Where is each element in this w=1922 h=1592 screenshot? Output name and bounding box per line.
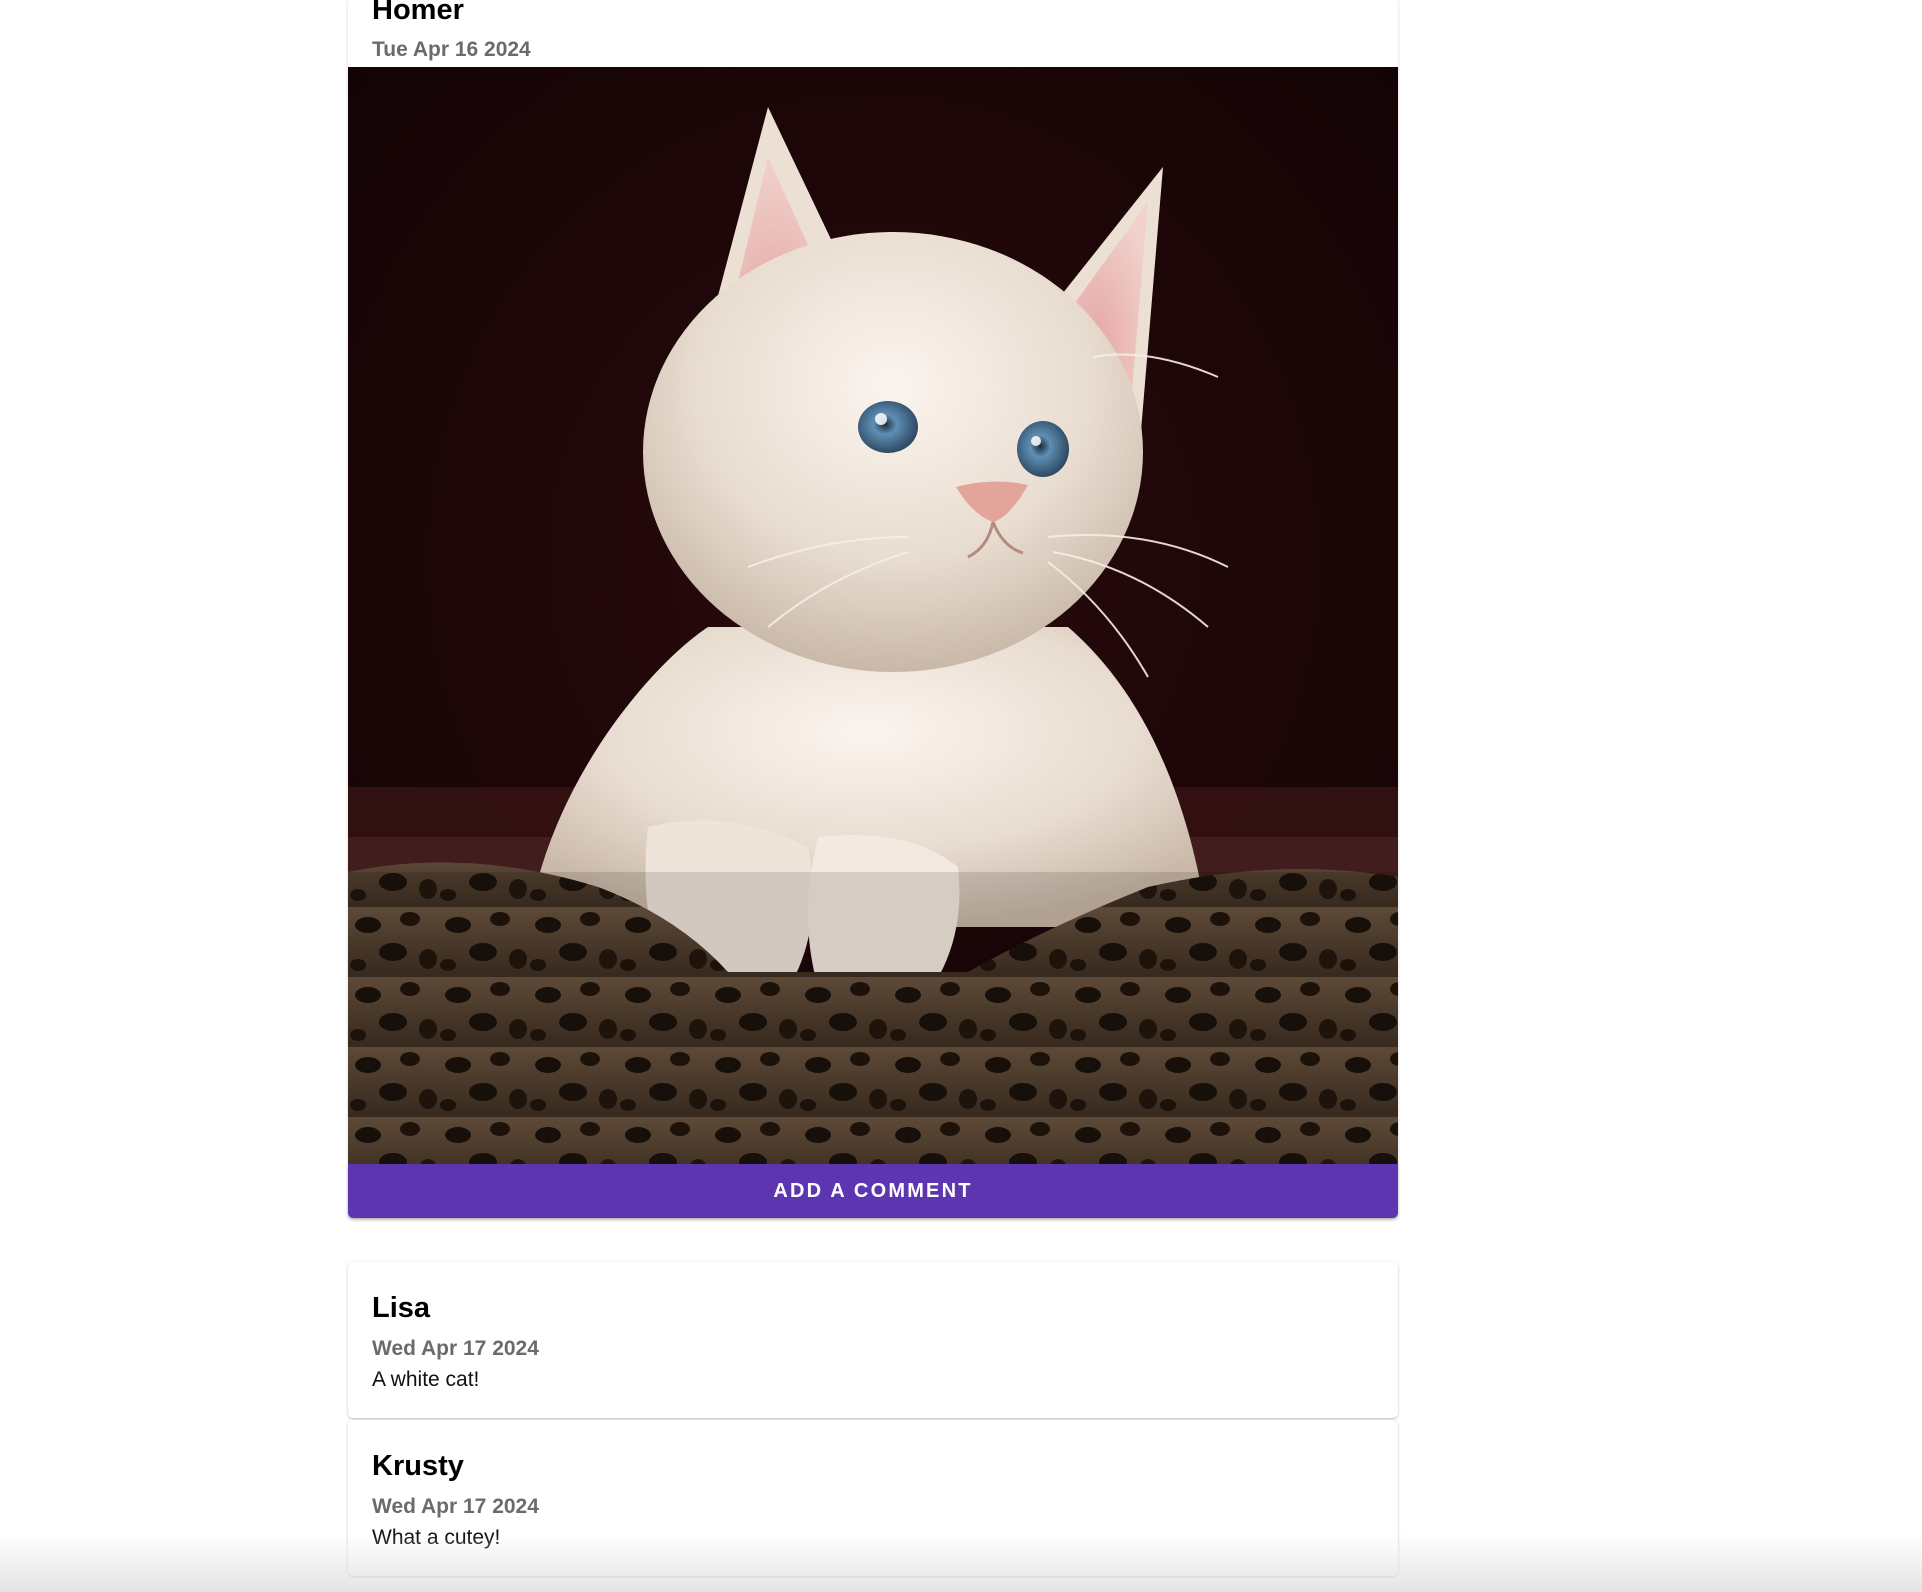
post-card: Homer Tue Apr 16 2024 ADD A COMMENT [348, 0, 1398, 1218]
post-photo [348, 67, 1398, 1164]
post-author-name: Homer [372, 0, 464, 26]
comment-text: A white cat! [372, 1368, 480, 1391]
comments-list: Lisa Wed Apr 17 2024 A white cat! Krusty… [348, 1262, 1398, 1576]
post-header: Homer Tue Apr 16 2024 [348, 0, 1398, 67]
comment-author: Lisa [372, 1292, 431, 1324]
add-comment-button[interactable]: ADD A COMMENT [348, 1164, 1398, 1218]
comment-text: What a cutey! [372, 1526, 501, 1549]
comment-date: Wed Apr 17 2024 [372, 1337, 539, 1360]
comment-card: Krusty Wed Apr 17 2024 What a cutey! [348, 1420, 1398, 1576]
comment-card: Lisa Wed Apr 17 2024 A white cat! [348, 1262, 1398, 1418]
post-feed: Homer Tue Apr 16 2024 ADD A COMMENT Lisa… [348, 0, 1398, 1578]
post-date: Tue Apr 16 2024 [372, 38, 531, 61]
comment-author: Krusty [372, 1450, 464, 1482]
comment-date: Wed Apr 17 2024 [372, 1495, 539, 1518]
